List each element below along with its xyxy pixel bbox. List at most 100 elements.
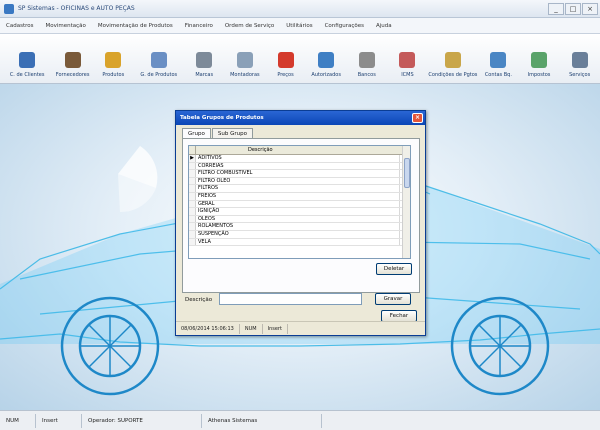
bank-accounts-icon (490, 52, 507, 68)
dialog-close-icon[interactable]: × (412, 113, 423, 123)
column-header-descricao[interactable]: Descrição (196, 146, 273, 154)
grid-indicator-header (189, 146, 196, 154)
row-description: FREIOS (196, 192, 400, 200)
grid-rows: ▶ ADITIVOS CORREIAS FILTRO COMBUSTIVEL FILTR… (189, 155, 410, 247)
menu-movimentacao-produtos[interactable]: Movimentação de Produtos (98, 23, 173, 29)
tab-panel: Descrição ▶ ADITIVOS CORREIAS FILTRO COMBUS… (182, 138, 420, 293)
dialog-status-insert: Insert (263, 323, 288, 334)
tax-icon (399, 52, 416, 68)
table-row[interactable]: ROLAMENTOS (189, 223, 410, 231)
menu-ajuda[interactable]: Ajuda (376, 23, 392, 29)
toolbar-label: Condições de Pgtos (428, 72, 478, 78)
scrollbar-thumb[interactable] (404, 158, 410, 188)
row-indicator (189, 230, 196, 238)
row-description: FILTRO COMBUSTIVEL (196, 170, 400, 177)
status-insert: Insert (36, 413, 82, 428)
description-label: Descrição (185, 297, 213, 303)
delete-button[interactable]: Deletar (376, 263, 412, 275)
toolbar: C. de Clientes Fornecedores Produtos G. de … (0, 34, 600, 84)
row-description: IGNIÇÃO (196, 208, 400, 215)
row-indicator (189, 192, 196, 200)
toolbar-label: Autorizados (311, 72, 341, 78)
toolbar-label: C. de Clientes (9, 72, 45, 78)
status-bar: NUM Insert Operador: SUPORTE Athenas Sis… (0, 410, 600, 430)
menu-financeiro[interactable]: Financeiro (185, 23, 213, 29)
row-indicator (189, 215, 196, 223)
row-indicator (189, 223, 196, 230)
row-indicator (189, 238, 196, 246)
toolbar-button-taxes[interactable]: Impostos (519, 34, 560, 83)
table-row[interactable]: FREIOS (189, 192, 410, 201)
table-row[interactable]: FILTRO OLEO (189, 177, 410, 186)
description-input[interactable] (219, 293, 362, 305)
toolbar-button-payment-conditions[interactable]: Condições de Pgtos (428, 34, 478, 83)
price-tag-icon (277, 52, 294, 68)
toolbar-button-products[interactable]: Produtos (93, 34, 134, 83)
toolbar-button-brands[interactable]: Marcas (184, 34, 225, 83)
toolbar-label: Impostos (527, 72, 551, 78)
row-indicator (189, 177, 196, 185)
dialog-status-bar: 08/06/2014 15:06:13 NUM Insert (176, 321, 425, 335)
row-indicator (189, 208, 196, 215)
toolbar-label: Produtos (102, 72, 125, 78)
row-description: OLEOS (196, 215, 400, 223)
brands-icon (196, 52, 213, 68)
toolbar-label: Bancos (357, 72, 376, 78)
row-indicator (189, 200, 196, 208)
clients-icon (19, 52, 36, 68)
menu-cadastros[interactable]: Cadastros (6, 23, 33, 29)
row-indicator: ▶ (189, 155, 196, 162)
toolbar-button-clients[interactable]: C. de Clientes (2, 34, 52, 83)
maximize-button[interactable]: □ (565, 2, 581, 15)
table-row[interactable]: FILTRO COMBUSTIVEL (189, 170, 410, 178)
menu-utilitarios[interactable]: Utilitários (286, 23, 312, 29)
status-num: NUM (0, 413, 36, 428)
assemblers-icon (236, 52, 253, 68)
table-row[interactable]: CORREIAS (189, 162, 410, 171)
toolbar-button-services[interactable]: Serviços (559, 34, 600, 83)
app-icon (4, 3, 14, 14)
bank-icon (358, 52, 375, 68)
table-row[interactable]: ▶ ADITIVOS (189, 155, 410, 163)
row-description: GERAL (196, 200, 400, 208)
window-controls: _ □ × (548, 2, 600, 15)
toolbar-button-suppliers[interactable]: Fornecedores (52, 34, 93, 83)
menu-configuracoes[interactable]: Configurações (325, 23, 364, 29)
toolbar-label: Serviços (569, 72, 591, 78)
menu-movimentacao[interactable]: Movimentação (45, 23, 85, 29)
close-window-button[interactable]: × (582, 2, 598, 15)
table-row[interactable]: IGNIÇÃO (189, 208, 410, 216)
row-description: ROLAMENTOS (196, 223, 400, 230)
toolbar-label: ICMS (401, 72, 414, 78)
toolbar-button-tax[interactable]: ICMS (387, 34, 428, 83)
row-indicator (189, 162, 196, 170)
status-company: Athenas Sistemas (202, 413, 322, 428)
toolbar-label: Contas Bq. (484, 72, 512, 78)
groups-grid: Descrição ▶ ADITIVOS CORREIAS FILTRO COMBUS… (188, 145, 411, 259)
row-description: VELA (196, 238, 400, 246)
toolbar-button-price-tag[interactable]: Preços (265, 34, 306, 83)
authorized-icon (318, 52, 335, 68)
grid-header: Descrição (189, 146, 410, 155)
payment-conditions-icon (444, 52, 461, 68)
menu-ordem-servico[interactable]: Ordem de Serviço (225, 23, 274, 29)
services-icon (571, 52, 588, 68)
toolbar-button-authorized[interactable]: Autorizados (306, 34, 347, 83)
row-description: SUSPENÇÃO (196, 230, 400, 238)
product-groups-icon (150, 52, 167, 68)
save-button[interactable]: Gravar (375, 293, 411, 305)
toolbar-button-assemblers[interactable]: Montadoras (225, 34, 266, 83)
title-bar: SP Sistemas - OFICINAS e AUTO PEÇAS _ □ … (0, 0, 600, 18)
minimize-button[interactable]: _ (548, 2, 564, 15)
toolbar-button-bank[interactable]: Bancos (346, 34, 387, 83)
row-description: CORREIAS (196, 162, 400, 170)
toolbar-button-product-groups[interactable]: G. de Produtos (134, 34, 184, 83)
row-description: ADITIVOS (196, 155, 400, 162)
grid-scrollbar[interactable] (402, 146, 410, 258)
toolbar-button-bank-accounts[interactable]: Contas Bq. (478, 34, 519, 83)
table-row[interactable]: FILTROS (189, 185, 410, 193)
table-row[interactable]: GERAL (189, 200, 410, 209)
table-row[interactable]: VELA (189, 238, 410, 247)
table-row[interactable]: OLEOS (189, 215, 410, 224)
table-row[interactable]: SUSPENÇÃO (189, 230, 410, 239)
